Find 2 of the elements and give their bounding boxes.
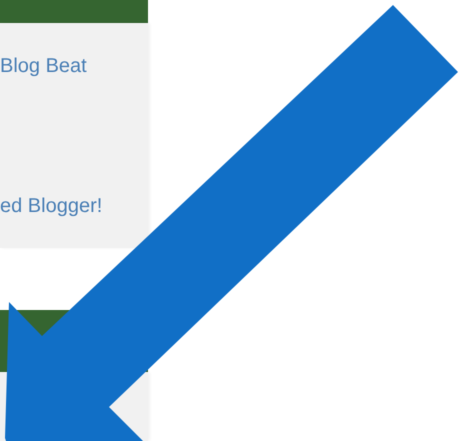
blog-link[interactable]: ed Blogger! <box>0 194 102 218</box>
blog-link[interactable]: Blog Beat <box>0 54 87 78</box>
